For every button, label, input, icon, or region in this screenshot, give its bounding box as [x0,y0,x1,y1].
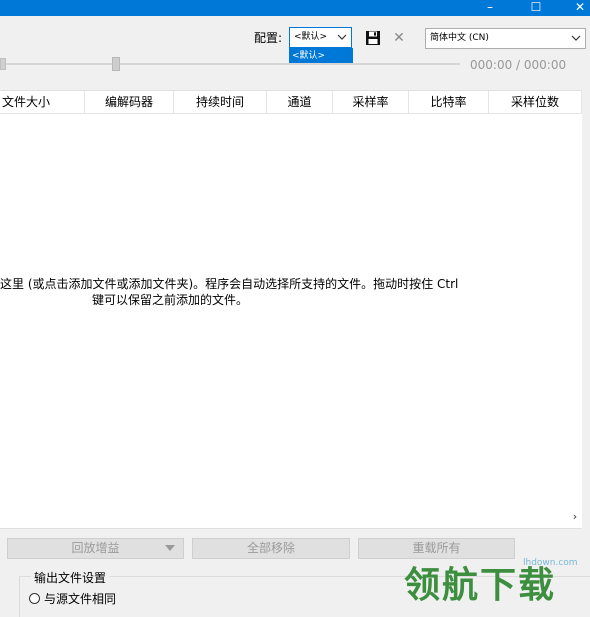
seek-track[interactable] [0,63,460,65]
column-header-sample-rate[interactable]: 采样率 [333,91,409,113]
volume-handle[interactable] [112,57,120,71]
scroll-right-icon[interactable]: › [570,511,580,523]
close-button[interactable]: ✕ [560,0,590,16]
empty-list-hint-line1: 这里 (或点击添加文件或添加文件夹)。程序会自动选择所支持的文件。拖动时按住 C… [0,277,459,291]
replay-gain-label: 回放增益 [71,541,120,555]
same-as-source-label[interactable]: 与源文件相同 [44,592,116,606]
replay-gain-button[interactable]: 回放增益 [7,538,184,559]
column-header-bit-depth[interactable]: 采样位数 [489,91,582,113]
empty-list-hint-line2: 键可以保留之前添加的文件。 [92,293,249,307]
watermark-logo: 领航下载 [404,565,557,606]
save-icon[interactable] [365,30,381,46]
delete-preset-icon[interactable]: ✕ [392,30,406,46]
output-settings-title: 输出文件设置 [31,571,110,585]
chevron-down-icon [571,35,581,41]
minimize-button[interactable]: – [470,0,510,16]
preset-select[interactable]: <默认> [289,27,352,48]
chevron-down-icon [337,34,347,40]
reload-all-button[interactable]: 重载所有 [358,538,515,559]
vertical-scrollbar[interactable] [582,90,590,527]
caret-down-icon [165,545,175,551]
maximize-button[interactable]: ☐ [516,0,556,16]
column-header-channels[interactable]: 通道 [267,91,333,113]
column-header-codec[interactable]: 编解码器 [85,91,174,113]
language-value: 简体中文 (CN) [430,33,489,43]
column-header-bitrate[interactable]: 比特率 [409,91,489,113]
column-header-file-size[interactable]: 文件大小 [0,91,85,113]
same-as-source-radio[interactable] [29,593,40,604]
language-select[interactable]: 简体中文 (CN) [425,28,586,49]
preset-label: 配置: [254,31,283,45]
preset-value: <默认> [294,32,328,42]
preset-dropdown-item[interactable]: <默认> [289,48,353,64]
seek-handle[interactable] [0,58,6,70]
file-list[interactable]: 文件大小 编解码器 持续时间 通道 采样率 比特率 采样位数 这里 (或点击添加… [0,90,582,529]
time-display: 000:00 / 000:00 [470,58,567,72]
list-header: 文件大小 编解码器 持续时间 通道 采样率 比特率 采样位数 [0,91,582,114]
column-header-duration[interactable]: 持续时间 [174,91,267,113]
remove-all-button[interactable]: 全部移除 [192,538,350,559]
preset-dropdown-item-label: <默认> [292,51,326,61]
